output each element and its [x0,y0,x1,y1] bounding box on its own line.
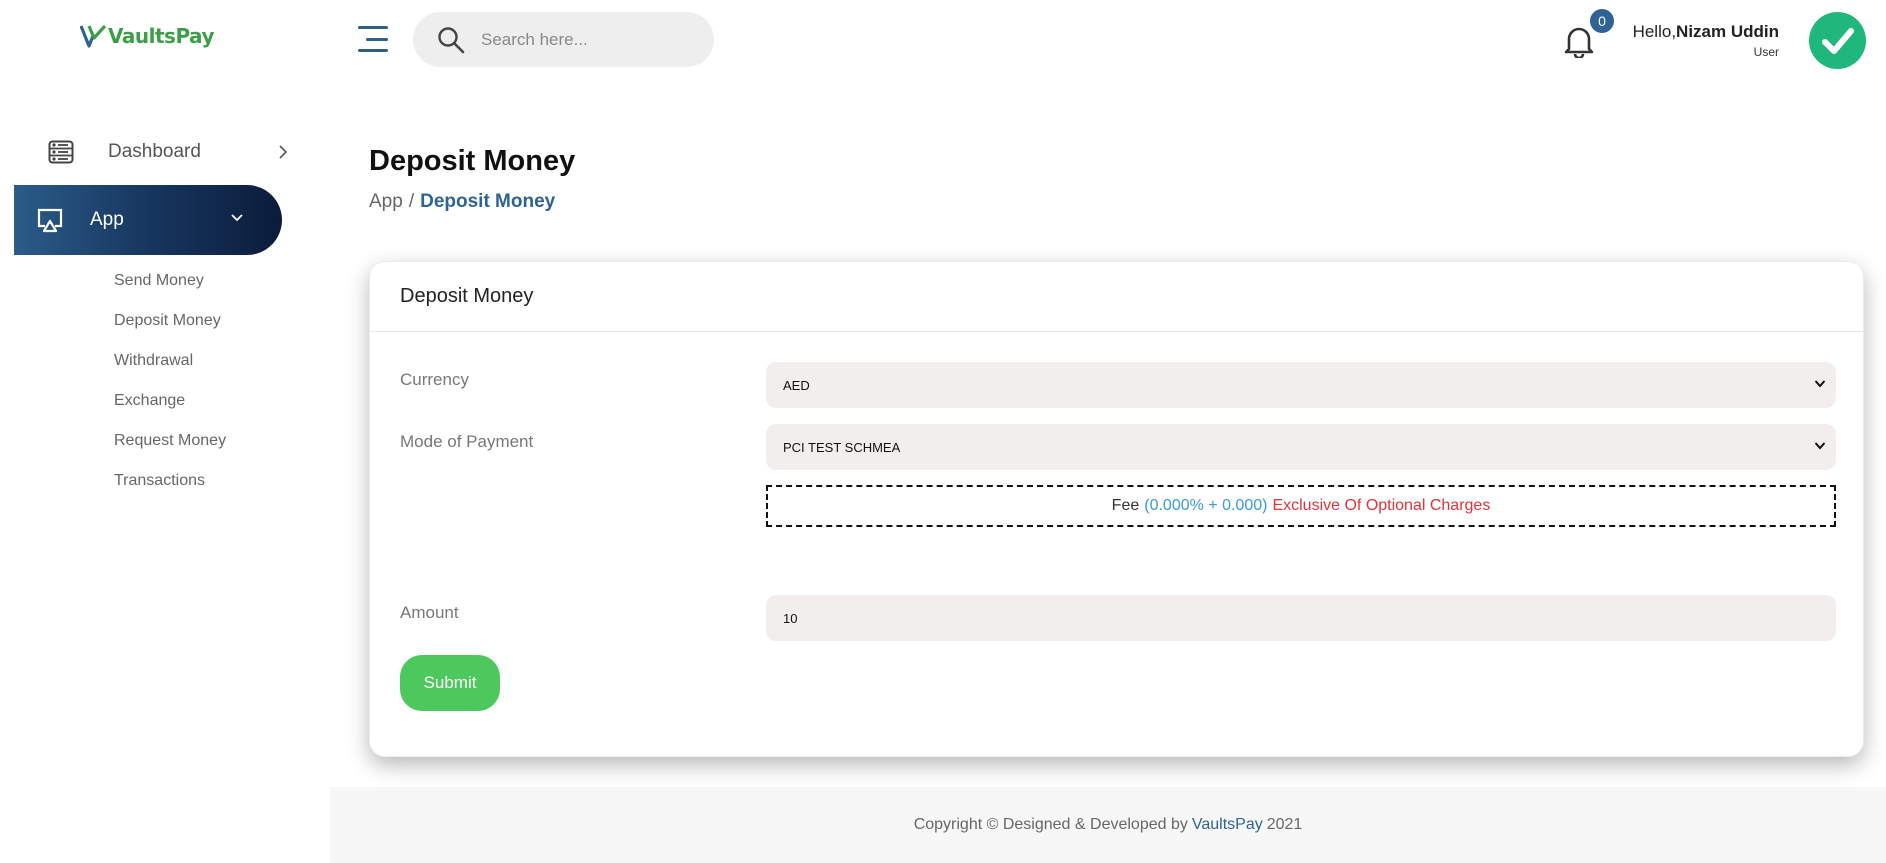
currency-value: AED [783,377,810,393]
search-input[interactable] [481,29,681,50]
fee-prefix: Fee [1111,497,1140,514]
chevron-right-icon [279,145,288,159]
sidebar-item-label: App [90,209,124,230]
fee-note: Exclusive Of Optional Charges [1272,497,1491,514]
payment-mode-label: Mode of Payment [400,432,534,451]
logo-text: VaultsPay [108,24,214,48]
monitor-icon [37,208,63,233]
submenu-item-exchange[interactable]: Exchange [114,390,226,430]
currency-label: Currency [400,370,469,389]
notification-count-badge: 0 [1588,7,1616,35]
hamburger-line [366,37,388,41]
fee-info-box: Fee (0.000% + 0.000) Exclusive Of Option… [766,485,1836,527]
deposit-card: Deposit Money Currency AED Mode of Payme… [369,261,1864,757]
chevron-down-icon [1814,380,1826,388]
vaultspay-logo-icon [80,24,106,48]
dashboard-icon [48,140,74,164]
submenu-item-transactions[interactable]: Transactions [114,470,226,510]
submenu-item-request-money[interactable]: Request Money [114,430,226,470]
amount-label: Amount [400,603,459,622]
sidebar-item-app[interactable]: App [14,185,282,255]
footer: Copyright © Designed & Developed by Vaul… [330,787,1886,863]
sidebar-item-dashboard[interactable]: Dashboard [48,132,298,172]
submenu-item-send-money[interactable]: Send Money [114,270,226,310]
breadcrumb-separator: / [408,191,415,212]
currency-select[interactable]: AED [766,362,1836,408]
chevron-down-icon [1814,442,1826,450]
footer-year: 2021 [1266,816,1303,833]
hamburger-line [358,49,388,52]
sidebar: Dashboard App Send Money Deposit Money W… [0,80,330,863]
app-submenu: Send Money Deposit Money Withdrawal Exch… [114,270,226,510]
fee-value: (0.000% + 0.000) [1144,497,1268,514]
logo[interactable]: VaultsPay [80,24,214,48]
menu-toggle-button[interactable] [358,26,388,52]
payment-mode-value: PCI TEST SCHMEA [783,439,901,455]
search-bar [413,12,714,67]
checkmark-icon [1821,27,1854,54]
submenu-item-deposit-money[interactable]: Deposit Money [114,310,226,350]
search-icon[interactable] [437,26,465,54]
footer-copyright: Copyright © Designed & Developed by [913,816,1188,833]
amount-value: 10 [783,610,798,626]
top-header: VaultsPay 0 Hello,Nizam Uddin User [0,0,1886,80]
breadcrumb-item-app[interactable]: App [369,191,403,212]
page-title: Deposit Money [369,145,576,177]
user-greeting: Hello,Nizam Uddin [1633,22,1779,42]
user-name: Nizam Uddin [1676,22,1779,41]
hamburger-line [358,26,388,29]
user-info[interactable]: Hello,Nizam Uddin User [1633,22,1779,59]
footer-brand-link[interactable]: VaultsPay [1192,816,1263,834]
amount-input[interactable]: 10 [766,595,1836,641]
submenu-item-withdrawal[interactable]: Withdrawal [114,350,226,390]
sidebar-item-label: Dashboard [108,141,201,162]
greeting-text: Hello, [1632,22,1677,41]
breadcrumb: App / Deposit Money [369,191,555,213]
submit-button[interactable]: Submit [400,655,500,711]
breadcrumb-item-current: Deposit Money [420,191,556,212]
avatar[interactable] [1809,12,1866,69]
payment-mode-select[interactable]: PCI TEST SCHMEA [766,424,1836,470]
card-title: Deposit Money [370,262,1863,332]
user-role: User [1753,45,1779,59]
chevron-down-icon [231,214,243,222]
